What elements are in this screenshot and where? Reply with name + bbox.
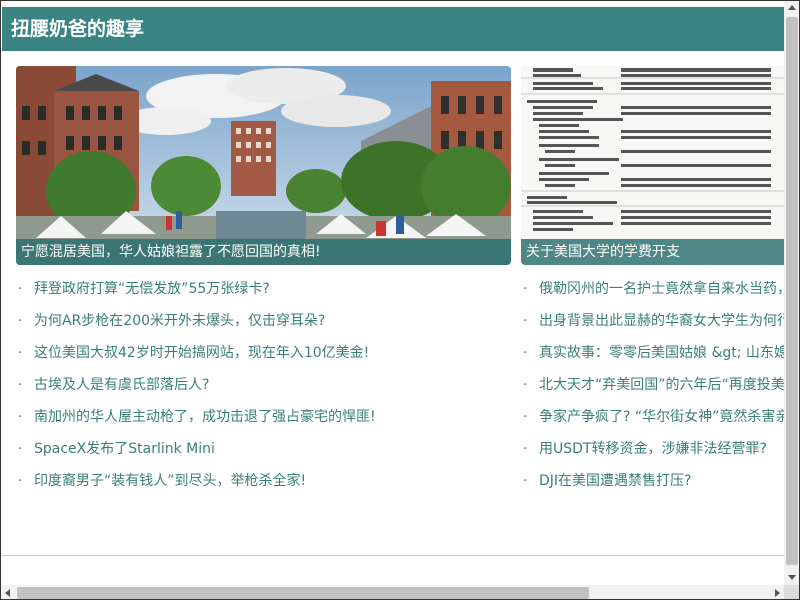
article-link[interactable]: 出身背景出此显赫的华裔女大学生为何行 xyxy=(539,313,784,329)
browser-viewport: 扭腰奶爸的趣享 宁愿混居美国，华人姑娘袒露了不愿回国的真相! 关于美国大学的学费… xyxy=(0,0,800,600)
article-link[interactable]: 俄勒冈州的一名护士竟然拿自来水当药， xyxy=(539,281,784,297)
list-item[interactable]: · 古埃及人是有虞氏部落后人? xyxy=(16,369,511,401)
scroll-right-arrow-icon[interactable] xyxy=(775,589,780,597)
article-link[interactable]: 这位美国大叔42岁时开始搞网站，现在年入10亿美金! xyxy=(34,345,369,361)
list-item[interactable]: · 俄勒冈州的一名护士竟然拿自来水当药， xyxy=(521,273,784,305)
list-item[interactable]: · SpaceX发布了Starlink Mini xyxy=(16,433,511,465)
article-link[interactable]: DJI在美国遭遇禁售打压? xyxy=(539,473,691,489)
scroll-up-arrow-icon[interactable] xyxy=(788,5,796,10)
bullet-icon: · xyxy=(523,409,528,425)
featured-caption-tuition[interactable]: 关于美国大学的学费开支 xyxy=(521,239,784,265)
horizontal-scrollbar[interactable] xyxy=(1,585,784,599)
featured-card-tuition[interactable]: 关于美国大学的学费开支 xyxy=(521,66,784,265)
bullet-icon: · xyxy=(18,281,23,297)
list-item[interactable]: · 出身背景出此显赫的华裔女大学生为何行 xyxy=(521,305,784,337)
bullet-icon: · xyxy=(18,345,23,361)
article-link[interactable]: 真实故事：零零后美国姑娘 &gt; 山东媳 xyxy=(539,345,784,361)
horizontal-scroll-thumb[interactable] xyxy=(17,587,589,599)
scrollbar-corner xyxy=(784,585,799,599)
bullet-icon: · xyxy=(18,473,23,489)
list-item[interactable]: · DJI在美国遭遇禁售打压? xyxy=(521,465,784,497)
list-item[interactable]: · 争家产争疯了? “华尔街女神”竟然杀害亲 xyxy=(521,401,784,433)
bullet-icon: · xyxy=(523,441,528,457)
bullet-icon: · xyxy=(18,313,23,329)
footer-divider xyxy=(2,555,784,556)
article-link[interactable]: 用USDT转移资金，涉嫌非法经营罪? xyxy=(539,441,767,457)
article-link[interactable]: 印度裔男子“装有钱人”到尽头，举枪杀全家! xyxy=(34,473,306,489)
tuition-table-image xyxy=(521,66,784,265)
list-item[interactable]: · 南加州的华人屋主动枪了，成功击退了强占豪宅的悍匪! xyxy=(16,401,511,433)
article-link[interactable]: 为何AR步枪在200米开外未爆头，仅击穿耳朵? xyxy=(34,313,325,329)
article-link[interactable]: 北大天才“弃美回国”的六年后“再度投美 xyxy=(539,377,784,393)
list-item[interactable]: · 拜登政府打算“无偿发放”55万张绿卡? xyxy=(16,273,511,305)
article-link[interactable]: 拜登政府打算“无偿发放”55万张绿卡? xyxy=(34,281,270,297)
article-list-right: · 俄勒冈州的一名护士竟然拿自来水当药， · 出身背景出此显赫的华裔女大学生为何行 … xyxy=(521,273,784,497)
scroll-down-arrow-icon[interactable] xyxy=(788,575,796,580)
list-item[interactable]: · 北大天才“弃美回国”的六年后“再度投美 xyxy=(521,369,784,401)
bullet-icon: · xyxy=(523,473,528,489)
list-item[interactable]: · 这位美国大叔42岁时开始搞网站，现在年入10亿美金! xyxy=(16,337,511,369)
scroll-left-arrow-icon[interactable] xyxy=(5,589,10,597)
list-item[interactable]: · 印度裔男子“装有钱人”到尽头，举枪杀全家! xyxy=(16,465,511,497)
bullet-icon: · xyxy=(18,377,23,393)
featured-card-town[interactable]: 宁愿混居美国，华人姑娘袒露了不愿回国的真相! xyxy=(16,66,511,265)
list-item[interactable]: · 为何AR步枪在200米开外未爆头，仅击穿耳朵? xyxy=(16,305,511,337)
featured-caption-town[interactable]: 宁愿混居美国，华人姑娘袒露了不愿回国的真相! xyxy=(16,239,511,265)
bullet-icon: · xyxy=(18,441,23,457)
list-item[interactable]: · 用USDT转移资金，涉嫌非法经营罪? xyxy=(521,433,784,465)
vertical-scroll-thumb[interactable] xyxy=(786,17,798,565)
bullet-icon: · xyxy=(523,377,528,393)
article-link[interactable]: 古埃及人是有虞氏部落后人? xyxy=(34,377,209,393)
list-item[interactable]: · 真实故事：零零后美国姑娘 &gt; 山东媳 xyxy=(521,337,784,369)
bullet-icon: · xyxy=(523,345,528,361)
town-square-photo xyxy=(16,66,511,265)
bullet-icon: · xyxy=(523,281,528,297)
article-list-left: · 拜登政府打算“无偿发放”55万张绿卡? · 为何AR步枪在200米开外未爆头，仅… xyxy=(16,273,511,497)
bullet-icon: · xyxy=(523,313,528,329)
article-link[interactable]: 南加州的华人屋主动枪了，成功击退了强占豪宅的悍匪! xyxy=(34,409,376,425)
article-link[interactable]: 争家产争疯了? “华尔街女神”竟然杀害亲 xyxy=(539,409,784,425)
site-header: 扭腰奶爸的趣享 xyxy=(2,7,784,51)
article-link[interactable]: SpaceX发布了Starlink Mini xyxy=(34,441,215,457)
vertical-scrollbar[interactable] xyxy=(784,1,799,585)
bullet-icon: · xyxy=(18,409,23,425)
site-title[interactable]: 扭腰奶爸的趣享 xyxy=(11,17,144,41)
